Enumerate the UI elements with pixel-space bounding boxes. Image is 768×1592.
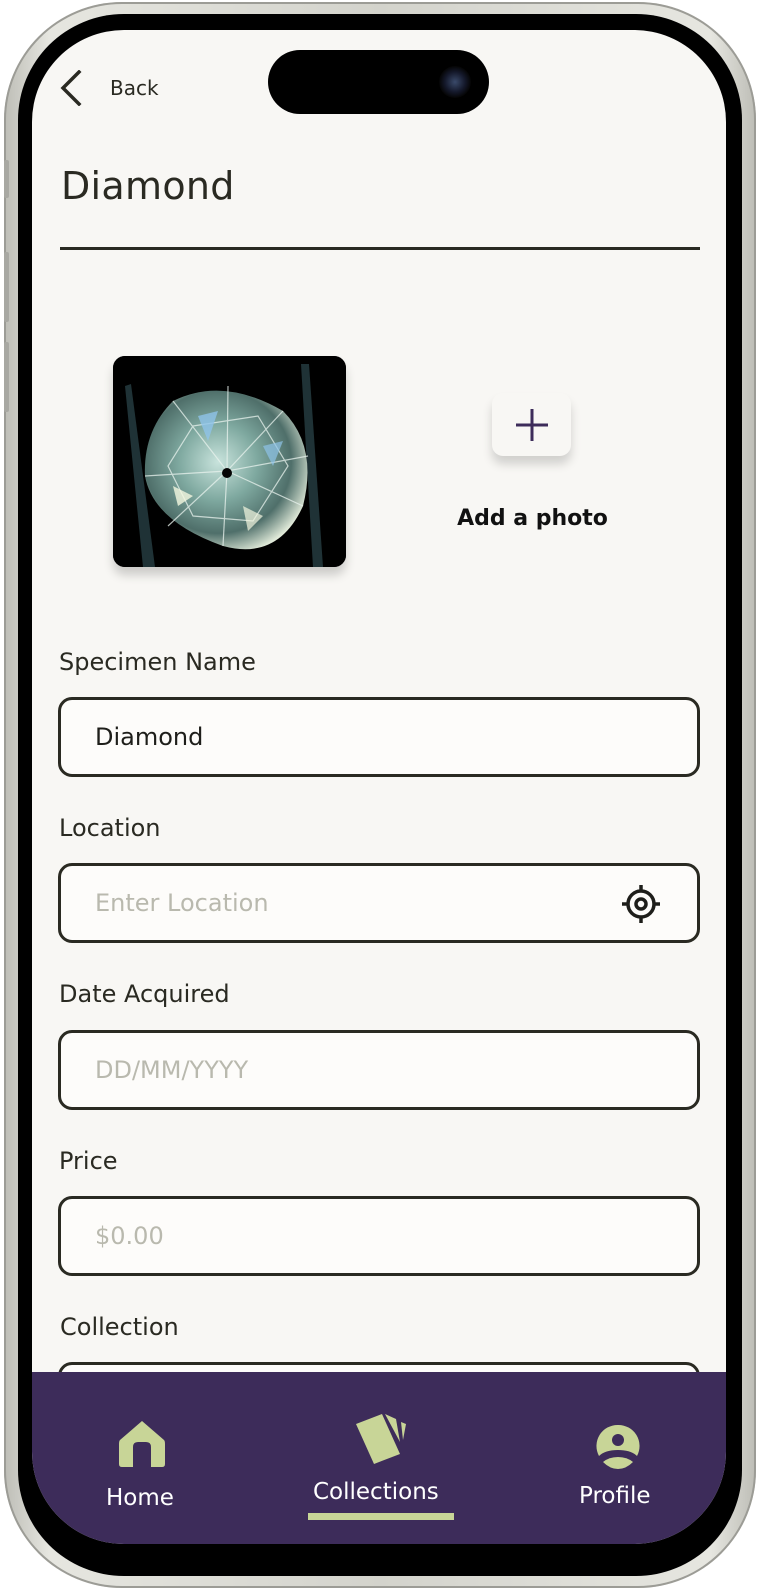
- profile-icon: [596, 1424, 640, 1469]
- date-acquired-input[interactable]: [95, 1033, 615, 1107]
- nav-item-collections[interactable]: Collections: [302, 1372, 462, 1544]
- plus-icon: [515, 408, 548, 441]
- bottom-nav: Home Collections Profile: [32, 1372, 726, 1544]
- home-icon: [119, 1421, 165, 1467]
- date-acquired-field: [58, 1030, 700, 1110]
- specimen-name-label: Specimen Name: [59, 648, 256, 676]
- diamond-image: [113, 356, 346, 567]
- price-input[interactable]: [95, 1199, 615, 1273]
- collections-cards-icon: [356, 1414, 406, 1464]
- add-photo-label: Add a photo: [457, 506, 608, 531]
- nav-label-profile: Profile: [579, 1483, 651, 1509]
- phone-volume-down-button: [4, 342, 9, 412]
- price-label: Price: [59, 1147, 118, 1175]
- phone-action-button: [4, 160, 9, 198]
- collection-label: Collection: [60, 1313, 179, 1341]
- location-input[interactable]: [95, 866, 575, 940]
- app-screen: Back Diamond Add a photo Specimen Name D…: [32, 30, 726, 1544]
- add-photo-button[interactable]: [492, 393, 571, 456]
- dynamic-island: [268, 50, 489, 114]
- specimen-photo[interactable]: [113, 356, 346, 567]
- specimen-name-input[interactable]: [95, 700, 615, 774]
- title-divider: [60, 247, 700, 250]
- page-title: Diamond: [61, 164, 235, 208]
- nav-label-home: Home: [106, 1485, 174, 1511]
- date-acquired-label: Date Acquired: [59, 980, 230, 1008]
- back-button[interactable]: Back: [60, 70, 159, 106]
- phone-volume-up-button: [4, 252, 9, 322]
- price-field: [58, 1196, 700, 1276]
- specimen-name-field: [58, 697, 700, 777]
- chevron-left-icon: [60, 70, 82, 106]
- nav-item-home[interactable]: Home: [92, 1372, 232, 1544]
- back-label: Back: [110, 76, 159, 100]
- front-camera-icon: [439, 66, 471, 98]
- location-target-icon[interactable]: [621, 884, 661, 924]
- location-label: Location: [59, 814, 161, 842]
- nav-label-collections: Collections: [313, 1479, 439, 1505]
- location-field: [58, 863, 700, 943]
- nav-item-profile[interactable]: Profile: [572, 1372, 712, 1544]
- active-tab-indicator: [308, 1513, 454, 1520]
